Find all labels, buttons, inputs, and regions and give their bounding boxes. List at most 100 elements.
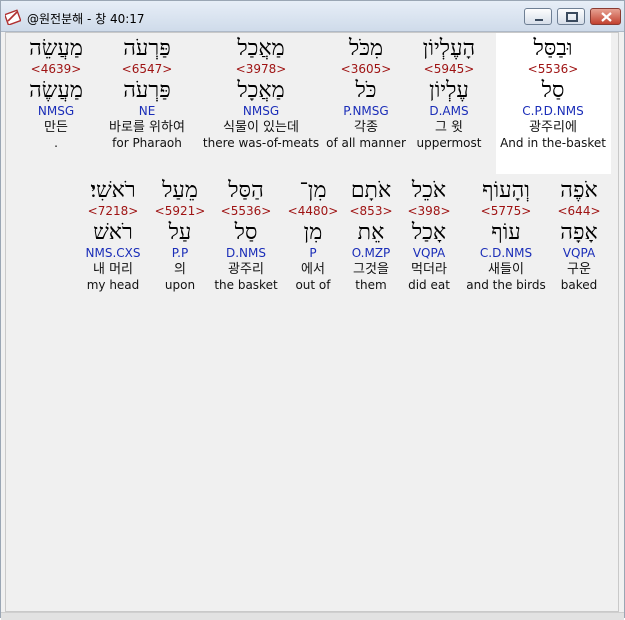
hebrew-lemma: פַּרְעֹה <box>123 78 171 103</box>
strong-number[interactable]: <3605> <box>326 62 406 78</box>
strong-number[interactable]: <5775> <box>466 204 545 220</box>
strong-number[interactable]: <7218> <box>86 204 141 220</box>
word-cell[interactable]: אֹפֶה <644> אָפָה VQPA 구운 baked <box>557 178 600 292</box>
status-strip <box>1 612 624 620</box>
hebrew-lemma: עַל <box>168 220 192 245</box>
word-cell[interactable]: מַעֲשֵׂה <4639> מַעֲשֶׂה NMSG 만든 . <box>29 36 83 150</box>
korean-gloss: 에서 <box>301 262 325 277</box>
hebrew-word: מַעֲשֵׂה <box>29 36 83 61</box>
maximize-icon <box>566 12 578 22</box>
hebrew-lemma: רֹאשׁ <box>93 220 133 245</box>
hebrew-lemma: אֵת <box>357 220 385 245</box>
hebrew-word: אֹכֵל <box>411 178 447 203</box>
hebrew-word: אֹפֶה <box>560 178 598 203</box>
korean-gloss: 의 <box>174 262 186 277</box>
hebrew-word: מִכֹּל <box>348 36 384 61</box>
english-gloss: them <box>355 278 387 292</box>
english-gloss: there was-of-meats <box>202 136 320 150</box>
word-cell[interactable]: וְהָעוֹף <5775> עוֹף C.D.NMS 새들이 and the… <box>466 178 545 292</box>
word-cell[interactable]: הָעֶלְיוֹן <5945> עֶלְיוֹן D.AMS 그 윗 upp… <box>417 36 482 150</box>
morphology-code: VQPA <box>562 246 596 260</box>
english-gloss: . <box>54 136 58 150</box>
morphology-code: NE <box>138 104 156 118</box>
morphology-code: NMS.CXS <box>85 246 141 260</box>
english-gloss: uppermost <box>416 136 482 150</box>
korean-gloss: 먹더라 <box>411 262 447 277</box>
morphology-code: P.NMSG <box>343 104 389 118</box>
minimize-button[interactable] <box>524 8 552 25</box>
korean-gloss: 새들이 <box>488 262 524 277</box>
morphology-code: P <box>309 246 317 260</box>
word-cell[interactable]: אֹכֵל <398> אָכַל VQPA 먹더라 did eat <box>407 178 450 292</box>
korean-gloss: 광주리 <box>228 262 264 277</box>
morphology-code: D.AMS <box>429 104 469 118</box>
morphology-code: C.P.D.NMS <box>522 104 584 118</box>
morphology-code: NMSG <box>242 104 280 118</box>
korean-gloss: 만든 <box>44 120 68 135</box>
morphology-code: NMSG <box>37 104 75 118</box>
morphology-code: P.P <box>171 246 189 260</box>
strong-number[interactable]: <5536> <box>500 62 606 78</box>
hebrew-word: וְהָעוֹף <box>482 178 530 203</box>
morphology-code: D.NMS <box>225 246 266 260</box>
morphology-code: O.MZP <box>351 246 391 260</box>
hebrew-word: הָעֶלְיוֹן <box>422 36 476 61</box>
english-gloss: my head <box>86 278 140 292</box>
word-cell[interactable]: מַאֲכַל <3978> מַאֲכָל NMSG 식물이 있는데 ther… <box>203 36 319 150</box>
close-button[interactable] <box>590 8 621 25</box>
app-icon <box>5 9 21 25</box>
strong-number[interactable]: <3978> <box>203 62 319 78</box>
english-gloss: out of <box>295 278 331 292</box>
morphology-code: C.D.NMS <box>479 246 533 260</box>
hebrew-lemma: מִן <box>303 220 323 245</box>
english-gloss: the basket <box>214 278 278 292</box>
korean-gloss: 내 머리 <box>92 262 134 277</box>
hebrew-lemma: עֶלְיוֹן <box>429 78 469 103</box>
strong-number[interactable]: <5945> <box>417 62 482 78</box>
korean-gloss: 바로를 위하여 <box>109 120 185 135</box>
word-cell[interactable]: מִכֹּל <3605> כֹּל P.NMSG 각종 of all mann… <box>326 36 406 150</box>
hebrew-word: הַסַּל <box>228 178 264 203</box>
hebrew-lemma: אָפָה <box>560 220 598 245</box>
korean-gloss: 식물이 있는데 <box>223 120 299 135</box>
maximize-button[interactable] <box>557 8 585 25</box>
hebrew-word: פַּרְעֹה <box>123 36 171 61</box>
english-gloss: of all manner <box>326 136 406 150</box>
strong-number[interactable]: <398> <box>407 204 450 220</box>
korean-gloss: 각종 <box>354 120 378 135</box>
strong-number[interactable]: <6547> <box>109 62 185 78</box>
strong-number[interactable]: <644> <box>557 204 600 220</box>
korean-gloss: 그 윗 <box>434 120 464 135</box>
hebrew-word: מֵעַל <box>162 178 198 203</box>
word-cell[interactable]: מִן־ <4480> מִן P 에서 out of <box>288 178 339 292</box>
korean-gloss: 광주리에 <box>529 120 577 135</box>
english-gloss: for Pharaoh <box>112 136 182 150</box>
strong-number[interactable]: <4639> <box>29 62 83 78</box>
word-cell[interactable]: אֹתָם <853> אֵת O.MZP 그것을 them <box>349 178 392 292</box>
strong-number[interactable]: <4480> <box>288 204 339 220</box>
hebrew-word: אֹתָם <box>350 178 392 203</box>
word-cell[interactable]: פַּרְעֹה <6547> פַּרְעֹה NE 바로를 위하여 for … <box>109 36 185 150</box>
word-cell[interactable]: הַסַּל <5536> סַל D.NMS 광주리 the basket <box>214 178 277 292</box>
english-gloss: and the birds <box>466 278 546 292</box>
hebrew-word: וּבַסַּל <box>533 36 573 61</box>
morphology-code: VQPA <box>412 246 446 260</box>
word-cell[interactable]: רֹאשִׁי׃ <7218> רֹאשׁ NMS.CXS 내 머리 my he… <box>86 178 141 292</box>
hebrew-lemma: סַל <box>234 220 258 245</box>
window-title: @원전분해 - 창 40:17 <box>27 12 145 26</box>
strong-number[interactable]: <5536> <box>214 204 277 220</box>
hebrew-lemma: עוֹף <box>491 220 521 245</box>
close-icon <box>601 12 612 22</box>
word-cell[interactable]: מֵעַל <5921> עַל P.P 의 upon <box>155 178 206 292</box>
hebrew-lemma: כֹּל <box>355 78 377 103</box>
strong-number[interactable]: <853> <box>349 204 392 220</box>
english-gloss: did eat <box>408 278 450 292</box>
word-cell[interactable]: וּבַסַּל <5536> סַל C.P.D.NMS 광주리에 And i… <box>500 36 606 150</box>
korean-gloss: 그것을 <box>353 262 389 277</box>
title-bar[interactable]: @원전분해 - 창 40:17 <box>1 1 624 32</box>
english-gloss: And in the-basket <box>500 136 606 150</box>
strong-number[interactable]: <5921> <box>155 204 206 220</box>
hebrew-lemma: מַאֲכָל <box>237 78 285 103</box>
hebrew-lemma: אָכַל <box>411 220 447 245</box>
english-gloss: baked <box>560 278 598 292</box>
